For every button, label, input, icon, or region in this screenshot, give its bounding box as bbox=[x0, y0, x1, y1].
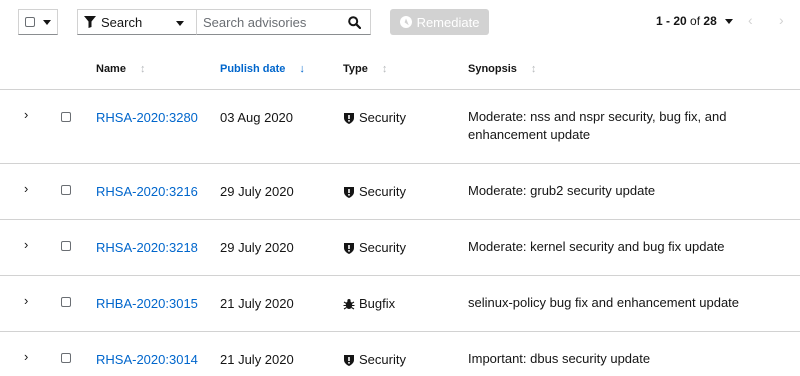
column-header-label: Type bbox=[343, 63, 368, 75]
pagination-total: 28 bbox=[703, 14, 717, 28]
expand-row-chevron-icon[interactable]: › bbox=[24, 293, 28, 308]
expand-row-chevron-icon[interactable]: › bbox=[24, 181, 28, 196]
publish-date: 21 July 2020 bbox=[220, 352, 294, 367]
search-icon[interactable] bbox=[348, 16, 361, 29]
bulk-select-dropdown[interactable] bbox=[18, 9, 58, 35]
filter-icon bbox=[84, 16, 96, 28]
shield-icon bbox=[344, 186, 354, 198]
row-select-checkbox[interactable] bbox=[61, 353, 71, 363]
column-header-label: Synopsis bbox=[468, 63, 517, 75]
synopsis: Important: dbus security update bbox=[468, 351, 651, 366]
synopsis: Moderate: kernel security and bug fix up… bbox=[468, 239, 725, 254]
pagination-range: 1 - 20 bbox=[656, 14, 687, 28]
expand-row-chevron-icon[interactable]: › bbox=[24, 107, 28, 122]
column-header-label: Name bbox=[96, 63, 126, 75]
bug-icon bbox=[343, 298, 355, 309]
bulk-select-checkbox[interactable] bbox=[25, 17, 35, 27]
table-header: Name ↕ Publish date ↓ Type ↕ Synopsis ↕ bbox=[0, 44, 800, 90]
advisory-type: Security bbox=[343, 110, 406, 125]
chevron-down-icon bbox=[724, 18, 733, 24]
advisory-link[interactable]: RHSA-2020:3218 bbox=[96, 240, 198, 255]
column-header-label: Publish date bbox=[220, 63, 286, 75]
chevron-down-icon bbox=[176, 21, 184, 26]
table-row: › RHBA-2020:3015 21 July 2020 Bugfix sel… bbox=[0, 276, 800, 332]
column-header-publish-date[interactable]: Publish date ↓ bbox=[220, 63, 305, 75]
pagination-of: of bbox=[690, 14, 701, 28]
sort-icon: ↕ bbox=[381, 63, 388, 75]
advisory-link[interactable]: RHSA-2020:3216 bbox=[96, 184, 198, 199]
filter-type-label: Search bbox=[101, 14, 143, 30]
synopsis: Moderate: nss and nspr security, bug fix… bbox=[468, 109, 727, 142]
shield-icon bbox=[344, 112, 354, 124]
shield-icon bbox=[344, 354, 354, 366]
synopsis: selinux-policy bug fix and enhancement u… bbox=[468, 295, 740, 310]
type-label: Security bbox=[359, 184, 406, 199]
chevron-down-icon bbox=[43, 19, 51, 25]
type-label: Security bbox=[359, 110, 406, 125]
advisory-type: Security bbox=[343, 184, 406, 199]
filter-type-dropdown[interactable]: Search bbox=[77, 9, 197, 35]
column-header-name[interactable]: Name ↕ bbox=[96, 63, 145, 75]
ansible-icon bbox=[399, 16, 412, 28]
remediate-button[interactable]: Remediate bbox=[390, 9, 489, 35]
type-label: Security bbox=[359, 240, 406, 255]
sort-icon: ↕ bbox=[530, 63, 537, 75]
search-input[interactable] bbox=[203, 14, 343, 30]
advisory-link[interactable]: RHBA-2020:3015 bbox=[96, 296, 198, 311]
search-field[interactable] bbox=[197, 9, 371, 35]
column-header-type[interactable]: Type ↕ bbox=[343, 63, 387, 75]
type-label: Security bbox=[359, 352, 406, 367]
row-select-checkbox[interactable] bbox=[61, 185, 71, 195]
advisory-link[interactable]: RHSA-2020:3014 bbox=[96, 352, 198, 367]
shield-icon bbox=[344, 242, 354, 254]
remediate-label: Remediate bbox=[416, 14, 480, 30]
advisory-type: Security bbox=[343, 352, 406, 367]
advisory-type: Bugfix bbox=[343, 296, 395, 311]
table-row: › RHSA-2020:3280 03 Aug 2020 Security Mo… bbox=[0, 90, 800, 164]
publish-date: 29 July 2020 bbox=[220, 184, 294, 199]
type-label: Bugfix bbox=[359, 296, 396, 311]
row-select-checkbox[interactable] bbox=[61, 112, 71, 122]
previous-page-button[interactable]: ‹ bbox=[748, 12, 753, 28]
table-row: › RHSA-2020:3014 21 July 2020 Security I… bbox=[0, 332, 800, 376]
advisory-type: Security bbox=[343, 240, 406, 255]
publish-date: 03 Aug 2020 bbox=[220, 110, 294, 125]
sort-icon: ↕ bbox=[139, 63, 146, 75]
pagination-toggle[interactable]: 1 - 20 of 28 bbox=[656, 14, 733, 28]
column-header-synopsis[interactable]: Synopsis ↕ bbox=[468, 63, 536, 75]
expand-row-chevron-icon[interactable]: › bbox=[24, 237, 28, 252]
table-row: › RHSA-2020:3216 29 July 2020 Security M… bbox=[0, 164, 800, 220]
toolbar: Search Remediate 1 - 20 of 28 ‹ › bbox=[0, 0, 800, 44]
publish-date: 21 July 2020 bbox=[220, 296, 294, 311]
next-page-button[interactable]: › bbox=[779, 12, 784, 28]
publish-date: 29 July 2020 bbox=[220, 240, 294, 255]
advisory-link[interactable]: RHSA-2020:3280 bbox=[96, 110, 198, 125]
synopsis: Moderate: grub2 security update bbox=[468, 183, 656, 198]
row-select-checkbox[interactable] bbox=[61, 241, 71, 251]
row-select-checkbox[interactable] bbox=[61, 297, 71, 307]
table-row: › RHSA-2020:3218 29 July 2020 Security M… bbox=[0, 220, 800, 276]
expand-row-chevron-icon[interactable]: › bbox=[24, 349, 28, 364]
sort-down-icon: ↓ bbox=[299, 63, 305, 75]
